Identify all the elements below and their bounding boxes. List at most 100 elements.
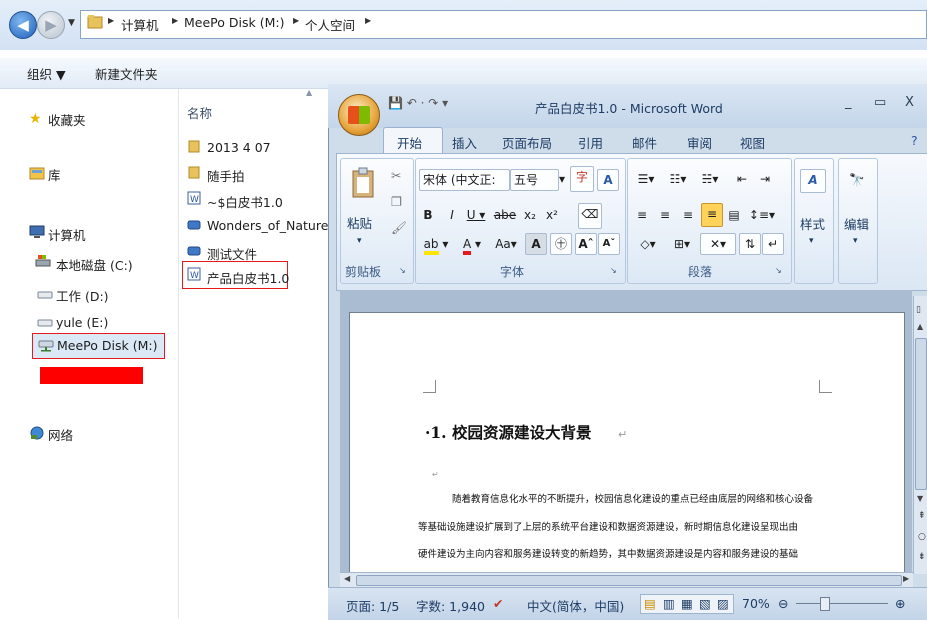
line-spacing-icon[interactable]: ↕≡▾ bbox=[748, 205, 776, 225]
close-button[interactable]: X bbox=[905, 95, 914, 110]
new-folder-button[interactable]: 新建文件夹 bbox=[95, 64, 158, 83]
next-page-icon[interactable]: ⇟ bbox=[918, 552, 926, 562]
office-button[interactable] bbox=[338, 94, 380, 136]
clipboard-launcher-icon[interactable]: ↘ bbox=[399, 266, 406, 275]
vertical-scroll-thumb[interactable] bbox=[915, 338, 927, 490]
breadcrumb-meepo-disk[interactable]: MeePo Disk (M:) bbox=[184, 15, 284, 30]
copy-icon[interactable]: ❐ bbox=[391, 194, 402, 209]
zoom-level[interactable]: 70% bbox=[742, 596, 770, 611]
file-item-suishoupai[interactable]: 随手拍 bbox=[207, 166, 245, 185]
scroll-up-icon[interactable]: ▲ bbox=[917, 322, 923, 331]
cut-icon[interactable]: ✂ bbox=[391, 168, 401, 183]
full-screen-reading-view-icon[interactable]: ▥ bbox=[663, 596, 675, 611]
justify-icon[interactable]: ≡ bbox=[701, 203, 723, 227]
breadcrumb-computer[interactable]: 计算机 bbox=[121, 15, 159, 34]
nav-drive-m[interactable]: MeePo Disk (M:) bbox=[57, 338, 157, 353]
styles-icon[interactable]: A bbox=[800, 169, 826, 193]
editing-button[interactable]: 编辑 bbox=[844, 214, 869, 233]
phonetic-guide-icon[interactable]: 字 bbox=[570, 166, 594, 192]
character-shading-icon[interactable]: A bbox=[525, 233, 547, 255]
show-marks-icon[interactable]: ↵ bbox=[762, 233, 784, 255]
enclose-characters-icon[interactable]: ㊉ bbox=[550, 233, 572, 255]
forward-button[interactable]: ▶ bbox=[37, 11, 65, 39]
clear-formatting-icon[interactable]: ⌫ bbox=[578, 203, 602, 229]
select-browse-object-icon[interactable]: ○ bbox=[918, 532, 926, 542]
font-launcher-icon[interactable]: ↘ bbox=[610, 266, 617, 275]
page-indicator[interactable]: 页面: 1/5 bbox=[346, 596, 399, 615]
grow-font-icon[interactable]: Aˆ bbox=[575, 233, 597, 255]
nav-drive-c[interactable]: 本地磁盘 (C:) bbox=[56, 255, 133, 274]
superscript-icon[interactable]: x² bbox=[542, 205, 562, 225]
styles-button[interactable]: 样式 bbox=[800, 214, 825, 233]
nav-network[interactable]: 网络 bbox=[48, 425, 73, 444]
align-center-icon[interactable]: ≡ bbox=[655, 205, 675, 225]
tab-review[interactable]: 审阅 bbox=[687, 133, 712, 152]
change-case-icon[interactable]: Aa▾ bbox=[491, 234, 521, 254]
underline-icon[interactable]: U ▾ bbox=[464, 205, 488, 225]
find-icon[interactable]: 🔭 bbox=[849, 172, 865, 188]
subscript-icon[interactable]: x₂ bbox=[520, 205, 540, 225]
help-icon[interactable]: ? bbox=[911, 133, 918, 148]
breadcrumb-personal-space[interactable]: 个人空间 bbox=[305, 15, 355, 34]
nav-libraries[interactable]: 库 bbox=[48, 165, 61, 184]
bold-icon[interactable]: B bbox=[419, 205, 437, 225]
zoom-slider-thumb[interactable] bbox=[820, 597, 830, 611]
align-right-icon[interactable]: ≡ bbox=[678, 205, 698, 225]
nav-drive-d[interactable]: 工作 (D:) bbox=[56, 286, 109, 305]
highlight-color-icon[interactable]: ab ▾ bbox=[419, 234, 453, 255]
nav-favorites[interactable]: 收藏夹 bbox=[48, 110, 86, 129]
tab-home[interactable]: 开始 bbox=[397, 133, 422, 152]
borders-icon[interactable]: ⊞▾ bbox=[667, 234, 697, 254]
increase-indent-icon[interactable]: ⇥ bbox=[755, 169, 775, 189]
shading-icon[interactable]: ◇▾ bbox=[632, 234, 664, 254]
tab-mailings[interactable]: 邮件 bbox=[632, 133, 657, 152]
file-item-temp-whitepaper[interactable]: ~$白皮书1.0 bbox=[207, 192, 283, 211]
print-layout-view-icon[interactable]: ▤ bbox=[644, 596, 656, 611]
scroll-down-icon[interactable]: ▼ bbox=[917, 494, 923, 503]
word-count[interactable]: 字数: 1,940 bbox=[416, 596, 485, 615]
organize-button[interactable]: 组织 ▼ bbox=[27, 64, 66, 83]
paste-icon[interactable] bbox=[351, 167, 377, 201]
numbering-icon[interactable]: ☷▾ bbox=[664, 169, 692, 189]
nav-computer[interactable]: 计算机 bbox=[48, 225, 86, 244]
horizontal-scroll-thumb[interactable] bbox=[356, 575, 902, 586]
scroll-right-icon[interactable]: ▶ bbox=[903, 574, 909, 583]
paragraph-launcher-icon[interactable]: ↘ bbox=[775, 266, 782, 275]
maximize-button[interactable]: ▭ bbox=[874, 95, 886, 110]
format-painter-icon[interactable]: 🖌 bbox=[391, 220, 407, 236]
tab-references[interactable]: 引用 bbox=[578, 133, 603, 152]
history-dropdown-icon[interactable]: ▼ bbox=[68, 18, 75, 28]
paste-button[interactable]: 粘贴 bbox=[347, 213, 372, 232]
minimize-button[interactable]: _ bbox=[845, 95, 852, 110]
distributed-icon[interactable]: ▤ bbox=[724, 205, 744, 225]
font-size-dropdown-icon[interactable]: ▾ bbox=[558, 169, 566, 189]
name-column-header[interactable]: 名称 bbox=[187, 103, 212, 122]
quick-access-toolbar[interactable]: 💾 ↶ · ↷ ▾ bbox=[388, 96, 448, 110]
sort-icon[interactable]: ⇅ bbox=[739, 233, 761, 255]
bullets-icon[interactable]: ☰▾ bbox=[632, 169, 660, 189]
proofing-icon[interactable]: ✔ bbox=[493, 596, 503, 611]
font-size-box[interactable]: 五号 bbox=[510, 169, 559, 191]
nav-drive-e[interactable]: yule (E:) bbox=[56, 315, 108, 330]
previous-page-icon[interactable]: ⇞ bbox=[918, 511, 926, 521]
tab-page-layout[interactable]: 页面布局 bbox=[502, 133, 552, 152]
tab-insert[interactable]: 插入 bbox=[452, 133, 477, 152]
document-page[interactable] bbox=[349, 312, 905, 574]
file-item-wonders-of-nature[interactable]: Wonders_of_Nature bbox=[207, 218, 328, 233]
shrink-font-icon[interactable]: Aˇ bbox=[598, 233, 620, 255]
ruler-toggle-icon[interactable]: ▯ bbox=[916, 305, 921, 315]
chinese-layout-icon[interactable]: ✕▾ bbox=[700, 233, 736, 255]
paste-dropdown-icon[interactable]: ▾ bbox=[357, 236, 362, 246]
font-name-box[interactable]: 宋体 (中文正: bbox=[419, 169, 510, 191]
scroll-left-icon[interactable]: ◀ bbox=[344, 574, 350, 583]
italic-icon[interactable]: I bbox=[443, 205, 461, 225]
character-border-icon[interactable]: A bbox=[597, 169, 619, 191]
draft-view-icon[interactable]: ▨ bbox=[717, 596, 729, 611]
file-item-product-whitepaper[interactable]: 产品白皮书1.0 bbox=[207, 268, 289, 287]
web-layout-view-icon[interactable]: ▦ bbox=[681, 596, 693, 611]
align-left-icon[interactable]: ≡ bbox=[632, 205, 652, 225]
decrease-indent-icon[interactable]: ⇤ bbox=[732, 169, 752, 189]
zoom-out-icon[interactable]: ⊖ bbox=[778, 596, 788, 611]
zoom-slider-track[interactable] bbox=[796, 603, 888, 604]
editing-dropdown-icon[interactable]: ▾ bbox=[853, 236, 858, 246]
